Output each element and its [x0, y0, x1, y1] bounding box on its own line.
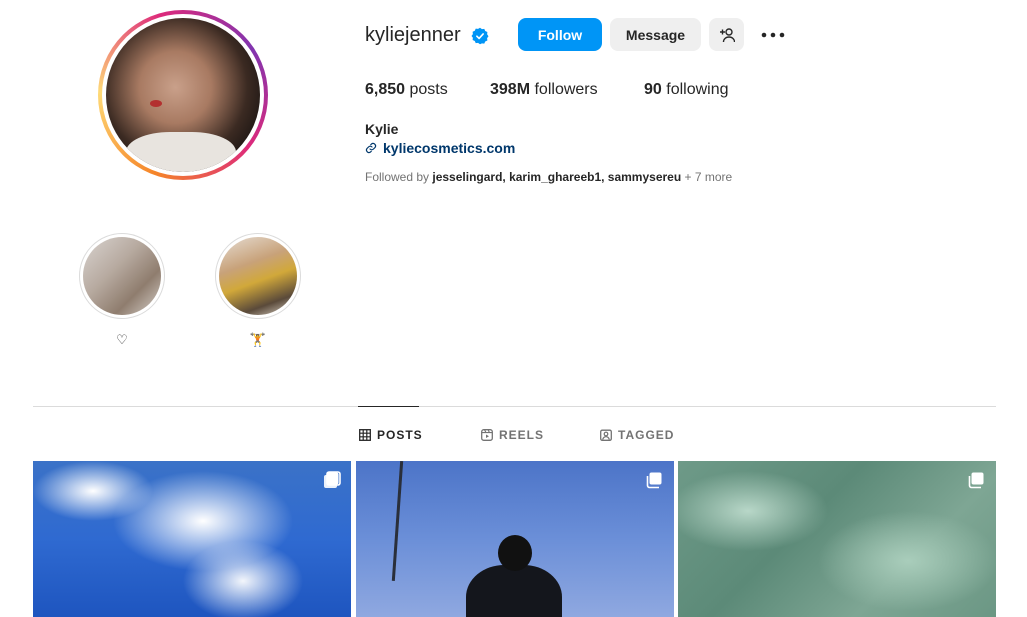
more-options-button[interactable] — [757, 18, 789, 51]
website-link[interactable]: kyliecosmetics.com — [365, 140, 515, 156]
follow-button[interactable]: Follow — [518, 18, 602, 51]
photo-silhouette-head — [498, 535, 532, 571]
tab-tagged-label: TAGGED — [618, 428, 675, 442]
post-tile-1[interactable] — [33, 461, 351, 617]
followers-label: followers — [534, 81, 598, 98]
active-tab-indicator — [358, 406, 419, 407]
full-name: Kylie — [365, 121, 399, 137]
post-tile-3[interactable] — [678, 461, 996, 617]
add-user-icon — [719, 27, 735, 42]
avatar-image — [106, 18, 260, 172]
tab-tagged[interactable]: TAGGED — [600, 428, 674, 442]
grid-icon — [359, 429, 371, 441]
highlight-cover — [83, 237, 161, 315]
avatar-shirt — [126, 132, 236, 172]
photo-silhouette-body — [466, 565, 562, 617]
highlight-label-2: 🏋 — [249, 332, 267, 347]
story-highlight-2[interactable] — [215, 233, 301, 319]
posts-label: posts — [409, 81, 448, 98]
message-button[interactable]: Message — [610, 18, 701, 51]
username: kyliejenner — [365, 24, 461, 46]
followed-by-names: jesselingard, karim_ghareeb1, sammysereu — [432, 170, 682, 184]
posts-count-stat: 6,850 posts — [365, 81, 448, 99]
verified-badge-icon — [471, 27, 489, 45]
following-count: 90 — [644, 81, 662, 98]
photo-pole — [391, 461, 404, 581]
post-tile-2[interactable] — [356, 461, 674, 617]
tagged-icon — [600, 429, 612, 441]
highlight-cover — [219, 237, 297, 315]
story-highlight-1[interactable] — [79, 233, 165, 319]
profile-avatar[interactable] — [98, 10, 268, 180]
tab-reels[interactable]: REELS — [481, 428, 544, 442]
following-stat[interactable]: 90 following — [644, 81, 729, 99]
tab-posts-label: POSTS — [377, 428, 423, 442]
followed-by-prefix: Followed by — [365, 170, 430, 184]
following-label: following — [666, 81, 729, 98]
posts-count: 6,850 — [365, 81, 406, 98]
avatar-inner — [102, 14, 264, 176]
more-dots-icon — [761, 32, 785, 37]
tabs-divider — [33, 406, 996, 407]
carousel-icon — [324, 471, 341, 488]
carousel-icon — [646, 472, 662, 489]
tab-reels-label: REELS — [499, 428, 545, 442]
website-text: kyliecosmetics.com — [383, 140, 516, 156]
carousel-icon — [968, 472, 984, 489]
followers-stat[interactable]: 398M followers — [490, 81, 598, 99]
reels-icon — [481, 429, 493, 441]
highlight-label-1: ♡ — [116, 332, 128, 347]
suggest-user-button[interactable] — [709, 18, 744, 51]
link-icon — [365, 142, 377, 154]
followers-count: 398M — [490, 81, 531, 98]
followed-by[interactable]: Followed by jesselingard, karim_ghareeb1… — [365, 170, 732, 184]
tab-posts[interactable]: POSTS — [359, 428, 423, 442]
followed-by-more: + 7 more — [684, 170, 733, 184]
avatar-lips — [150, 100, 162, 107]
